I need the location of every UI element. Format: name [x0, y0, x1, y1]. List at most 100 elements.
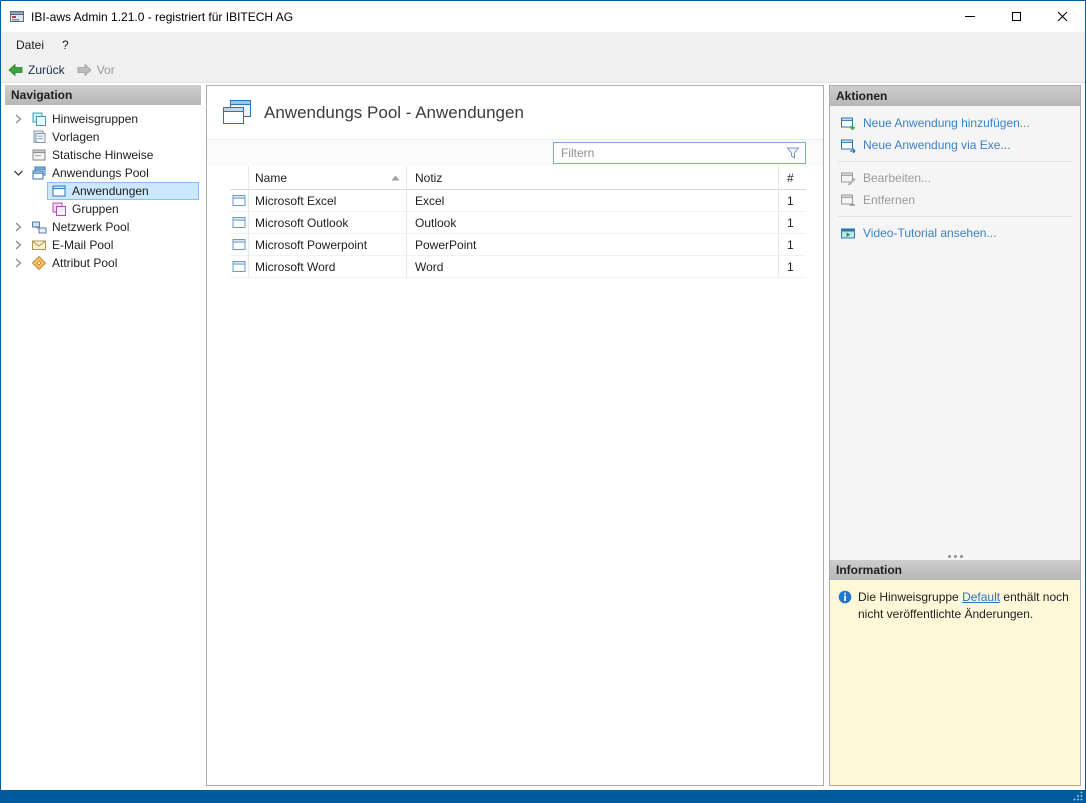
- sort-ascending-icon: [391, 175, 400, 181]
- titlebar: IBI-aws Admin 1.21.0 - registriert für I…: [1, 1, 1085, 32]
- maximize-button[interactable]: [993, 1, 1039, 32]
- action-label: Entfernen: [863, 193, 916, 207]
- close-button[interactable]: [1039, 1, 1085, 32]
- forward-label: Vor: [96, 62, 115, 77]
- table-row[interactable]: Microsoft Powerpoint PowerPoint 1: [230, 234, 806, 256]
- sidebar-item-label: Vorlagen: [52, 130, 100, 144]
- action-label: Video-Tutorial ansehen...: [863, 226, 997, 240]
- edit-icon: [840, 170, 856, 186]
- chevron-right-icon[interactable]: [9, 220, 27, 234]
- back-button[interactable]: Zurück: [8, 63, 65, 77]
- application-icon: [232, 260, 246, 273]
- table-header-row: Name Notiz #: [230, 166, 806, 190]
- back-arrow-icon: [8, 63, 23, 77]
- sidebar-item-gruppen[interactable]: Gruppen: [5, 200, 201, 218]
- sidebar-item-email-pool[interactable]: E-Mail Pool: [5, 236, 201, 254]
- table-row[interactable]: Microsoft Word Word 1: [230, 256, 806, 278]
- default-group-link[interactable]: Default: [962, 590, 1000, 604]
- window-title: IBI-aws Admin 1.21.0 - registriert für I…: [31, 9, 294, 24]
- app-window: IBI-aws Admin 1.21.0 - registriert für I…: [0, 0, 1086, 803]
- statische-hinweise-icon: [31, 147, 47, 163]
- new-application-icon: [840, 115, 856, 131]
- column-header-notiz[interactable]: Notiz: [406, 166, 778, 190]
- chevron-right-icon[interactable]: [9, 238, 27, 252]
- information-panel: Information Die Hinweisgruppe Default en…: [830, 560, 1080, 785]
- page-title: Anwendungs Pool - Anwendungen: [264, 102, 524, 122]
- sidebar-item-label: E-Mail Pool: [52, 238, 114, 252]
- sidebar-item-attribut-pool[interactable]: Attribut Pool: [5, 254, 201, 272]
- chevron-right-icon[interactable]: [9, 256, 27, 270]
- sidebar-item-label: Statische Hinweise: [52, 148, 154, 162]
- column-header-count[interactable]: #: [778, 166, 806, 190]
- resize-grip-icon[interactable]: [1073, 791, 1083, 801]
- cell-name: Microsoft Outlook: [248, 212, 406, 234]
- table-row[interactable]: Microsoft Outlook Outlook 1: [230, 212, 806, 234]
- app-icon: [9, 9, 25, 25]
- cell-count: 1: [778, 190, 806, 212]
- table-row[interactable]: Microsoft Excel Excel 1: [230, 190, 806, 212]
- sidebar-item-anwendungen[interactable]: Anwendungen: [5, 182, 201, 200]
- sidebar-item-label: Netzwerk Pool: [52, 220, 130, 234]
- divider: [838, 216, 1072, 217]
- cell-name: Microsoft Powerpoint: [248, 234, 406, 256]
- applications-table: Name Notiz # Microsoft Excel Excel 1 Mic…: [230, 166, 806, 278]
- application-icon: [232, 194, 246, 207]
- icon-column-header: [230, 166, 248, 190]
- action-remove[interactable]: Entfernen: [830, 189, 1080, 211]
- menu-help[interactable]: ?: [53, 32, 78, 57]
- sidebar-item-label: Anwendungs Pool: [52, 166, 149, 180]
- action-new-application[interactable]: Neue Anwendung hinzufügen...: [830, 112, 1080, 134]
- info-icon: [838, 590, 852, 604]
- new-application-exe-icon: [840, 137, 856, 153]
- back-label: Zurück: [28, 62, 65, 77]
- navigation-tree: Hinweisgruppen Vorlagen Statische Hinwei…: [5, 105, 201, 786]
- cell-name: Microsoft Excel: [248, 190, 406, 212]
- filter-funnel-icon[interactable]: [786, 146, 800, 160]
- information-header: Information: [830, 560, 1080, 580]
- filter-row: [207, 139, 823, 166]
- navigation-header: Navigation: [5, 85, 201, 105]
- hinweisgruppen-icon: [31, 111, 47, 127]
- right-panel: Aktionen Neue Anwendung hinzufügen... Ne…: [829, 85, 1081, 786]
- information-text: Die Hinweisgruppe Default enthält noch n…: [858, 590, 1069, 621]
- sidebar-item-hinweisgruppen[interactable]: Hinweisgruppen: [5, 110, 201, 128]
- column-header-name[interactable]: Name: [248, 166, 406, 190]
- cell-count: 1: [778, 212, 806, 234]
- information-body: Die Hinweisgruppe Default enthält noch n…: [830, 580, 1080, 785]
- sidebar-item-label: Anwendungen: [72, 184, 149, 198]
- anwendung-icon: [51, 183, 67, 199]
- chevron-down-icon[interactable]: [9, 166, 27, 180]
- sidebar-item-vorlagen[interactable]: Vorlagen: [5, 128, 201, 146]
- menu-datei[interactable]: Datei: [7, 32, 53, 57]
- sidebar-item-statische-hinweise[interactable]: Statische Hinweise: [5, 146, 201, 164]
- toolbar: Zurück Vor: [1, 57, 1085, 83]
- actions-list: Neue Anwendung hinzufügen... Neue Anwend…: [830, 106, 1080, 560]
- netzwerk-pool-icon: [31, 219, 47, 235]
- remove-icon: [840, 192, 856, 208]
- panel-splitter-handle[interactable]: [830, 555, 1080, 558]
- maximize-icon: [1011, 12, 1021, 21]
- minimize-button[interactable]: [947, 1, 993, 32]
- forward-button[interactable]: Vor: [77, 63, 115, 77]
- action-new-application-via-exe[interactable]: Neue Anwendung via Exe...: [830, 134, 1080, 156]
- status-bar: [1, 790, 1085, 802]
- application-icon: [232, 216, 246, 229]
- sidebar-item-anwendungs-pool[interactable]: Anwendungs Pool: [5, 164, 201, 182]
- cell-notiz: Word: [406, 256, 778, 278]
- application-icon: [232, 238, 246, 251]
- action-edit[interactable]: Bearbeiten...: [830, 167, 1080, 189]
- menu-bar: Datei ?: [1, 32, 1085, 57]
- content-area: Navigation Hinweisgruppen Vorlagen Stati…: [1, 83, 1085, 790]
- cell-count: 1: [778, 256, 806, 278]
- email-pool-icon: [31, 237, 47, 253]
- action-label: Neue Anwendung via Exe...: [863, 138, 1011, 152]
- vorlagen-icon: [31, 129, 47, 145]
- chevron-right-icon[interactable]: [9, 112, 27, 126]
- cell-notiz: PowerPoint: [406, 234, 778, 256]
- main-header: Anwendungs Pool - Anwendungen: [207, 86, 823, 139]
- filter-input[interactable]: [561, 146, 782, 160]
- sidebar-item-label: Hinweisgruppen: [52, 112, 139, 126]
- sidebar-item-netzwerk-pool[interactable]: Netzwerk Pool: [5, 218, 201, 236]
- minimize-icon: [965, 16, 975, 17]
- action-video-tutorial[interactable]: Video-Tutorial ansehen...: [830, 222, 1080, 244]
